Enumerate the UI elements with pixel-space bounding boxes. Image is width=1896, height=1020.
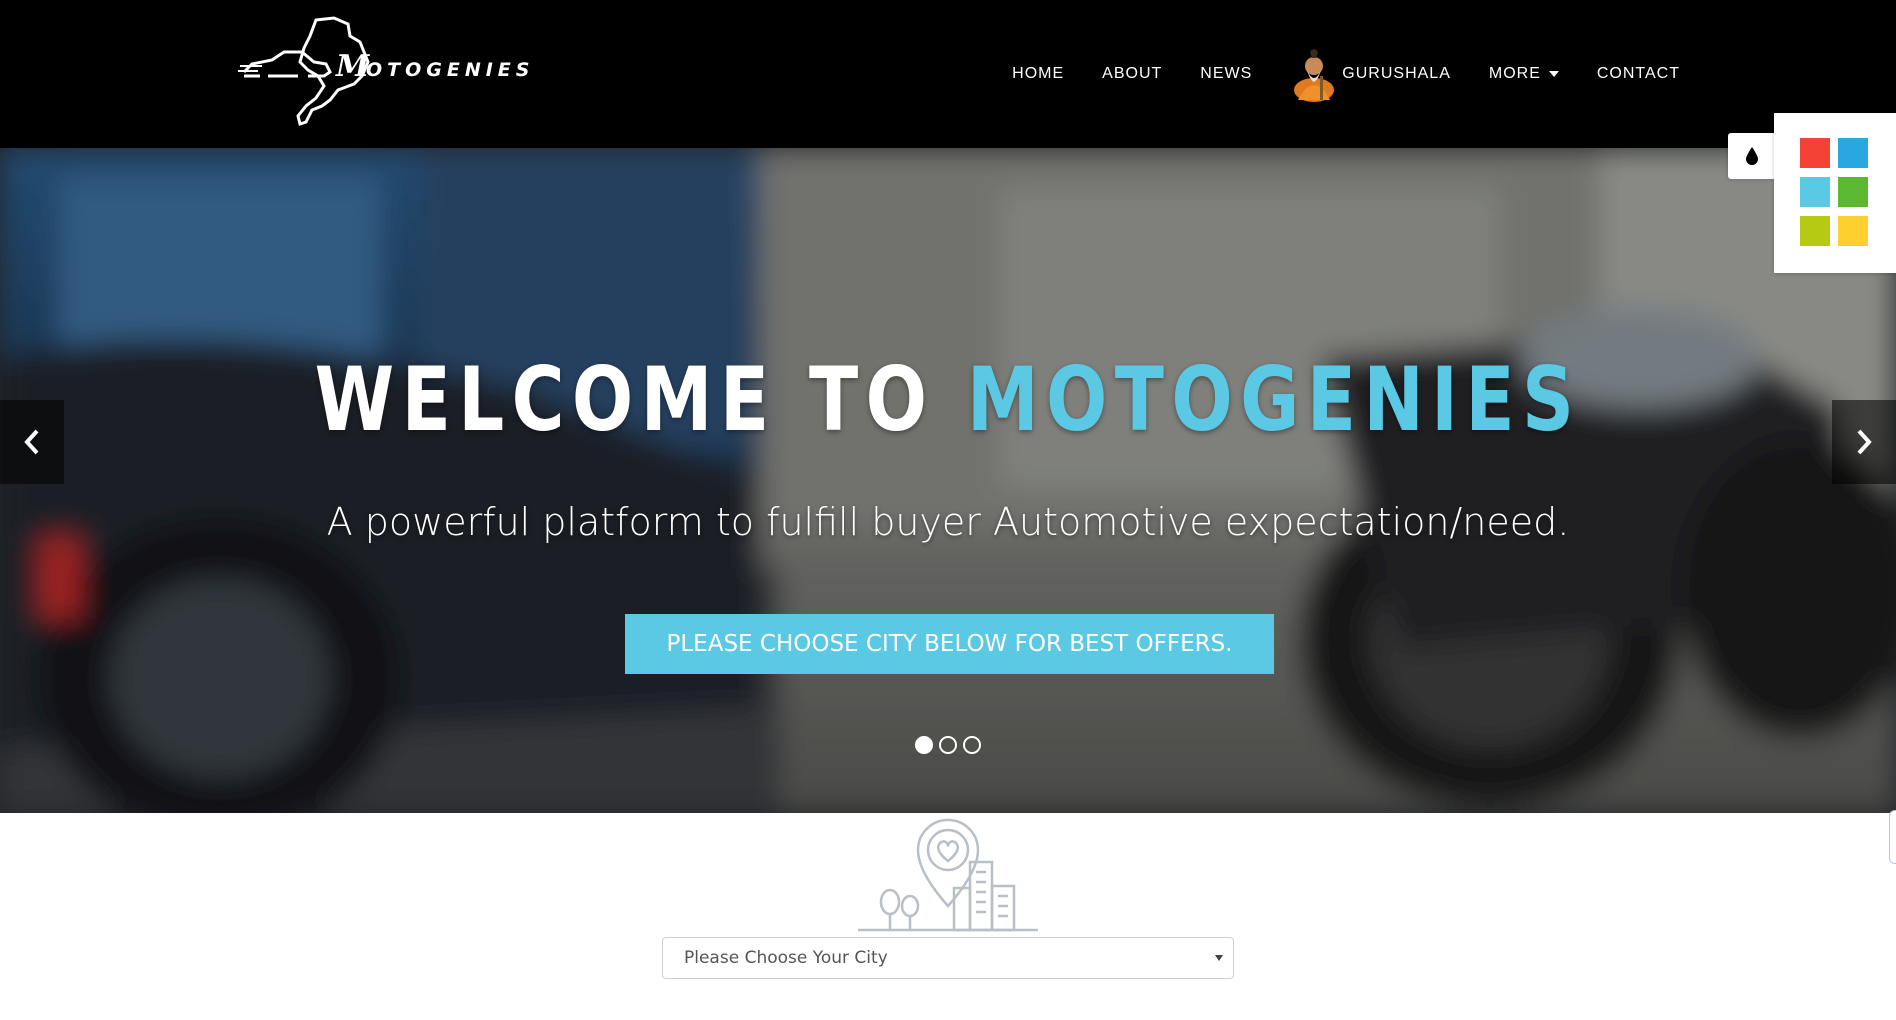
hero-title: WELCOME TO MOTOGENIES bbox=[171, 348, 1726, 451]
hero-carousel: WELCOME TO MOTOGENIES A powerful platfor… bbox=[0, 148, 1896, 813]
chevron-left-icon bbox=[24, 429, 39, 455]
carousel-dot-2[interactable] bbox=[939, 736, 957, 754]
choose-city-cta-button[interactable]: PLEASE CHOOSE CITY BELOW FOR BEST OFFERS… bbox=[625, 614, 1274, 674]
drop-icon bbox=[1746, 147, 1758, 165]
hero-background-image bbox=[0, 148, 1896, 813]
sage-avatar-icon bbox=[1294, 49, 1335, 102]
main-nav: HOME ABOUT NEWS GURUSHALA MORE CONTACT bbox=[1012, 0, 1680, 148]
hero-title-accent: MOTOGENIES bbox=[966, 348, 1582, 451]
carousel-indicators bbox=[0, 736, 1896, 754]
carousel-prev-button[interactable] bbox=[0, 400, 64, 484]
carousel-dot-3[interactable] bbox=[963, 736, 981, 754]
color-swatch-blue[interactable] bbox=[1838, 138, 1868, 168]
nav-contact-label: CONTACT bbox=[1596, 65, 1680, 82]
carousel-dot-1[interactable] bbox=[915, 736, 933, 754]
color-switcher-toggle[interactable] bbox=[1728, 133, 1776, 179]
color-palette bbox=[1774, 113, 1896, 273]
hero-subtitle: A powerful platform to fulfill buyer Aut… bbox=[326, 500, 1570, 544]
nav-news-label: NEWS bbox=[1200, 65, 1253, 82]
side-feedback-tab[interactable] bbox=[1889, 810, 1896, 864]
nav-gurushala-label: GURUSHALA bbox=[1342, 65, 1451, 82]
nav-more-dropdown[interactable]: MORE bbox=[1489, 65, 1559, 83]
nav-about-label: ABOUT bbox=[1102, 65, 1163, 82]
nav-about[interactable]: ABOUT bbox=[1102, 65, 1162, 83]
color-swatch-green[interactable] bbox=[1838, 177, 1868, 207]
caret-down-icon bbox=[1548, 71, 1559, 77]
svg-text:OTOGENIES: OTOGENIES bbox=[366, 59, 534, 81]
carousel-next-button[interactable] bbox=[1832, 400, 1896, 484]
motogenies-logo[interactable]: M OTOGENIES bbox=[238, 14, 548, 134]
color-swatch-yellow[interactable] bbox=[1838, 216, 1868, 246]
nav-more-label: MORE bbox=[1488, 65, 1541, 82]
nav-gurushala[interactable]: GURUSHALA bbox=[1290, 46, 1451, 102]
hero-title-prefix: WELCOME TO bbox=[314, 348, 935, 451]
select-caret-icon bbox=[1215, 955, 1223, 961]
color-swatch-red[interactable] bbox=[1800, 138, 1830, 168]
chevron-right-icon bbox=[1857, 429, 1872, 455]
nav-home-label: HOME bbox=[1012, 65, 1065, 82]
nav-contact[interactable]: CONTACT bbox=[1597, 65, 1680, 83]
nav-news[interactable]: NEWS bbox=[1200, 65, 1252, 83]
color-swatch-lime[interactable] bbox=[1800, 216, 1830, 246]
navbar: M OTOGENIES HOME ABOUT NEWS GURUSHALA MO… bbox=[0, 0, 1896, 148]
color-swatch-cyan[interactable] bbox=[1800, 177, 1830, 207]
nav-home[interactable]: HOME bbox=[1012, 65, 1064, 83]
city-location-icon bbox=[858, 818, 1038, 932]
city-select-placeholder: Please Choose Your City bbox=[684, 948, 888, 968]
city-select[interactable]: Please Choose Your City bbox=[662, 937, 1234, 979]
